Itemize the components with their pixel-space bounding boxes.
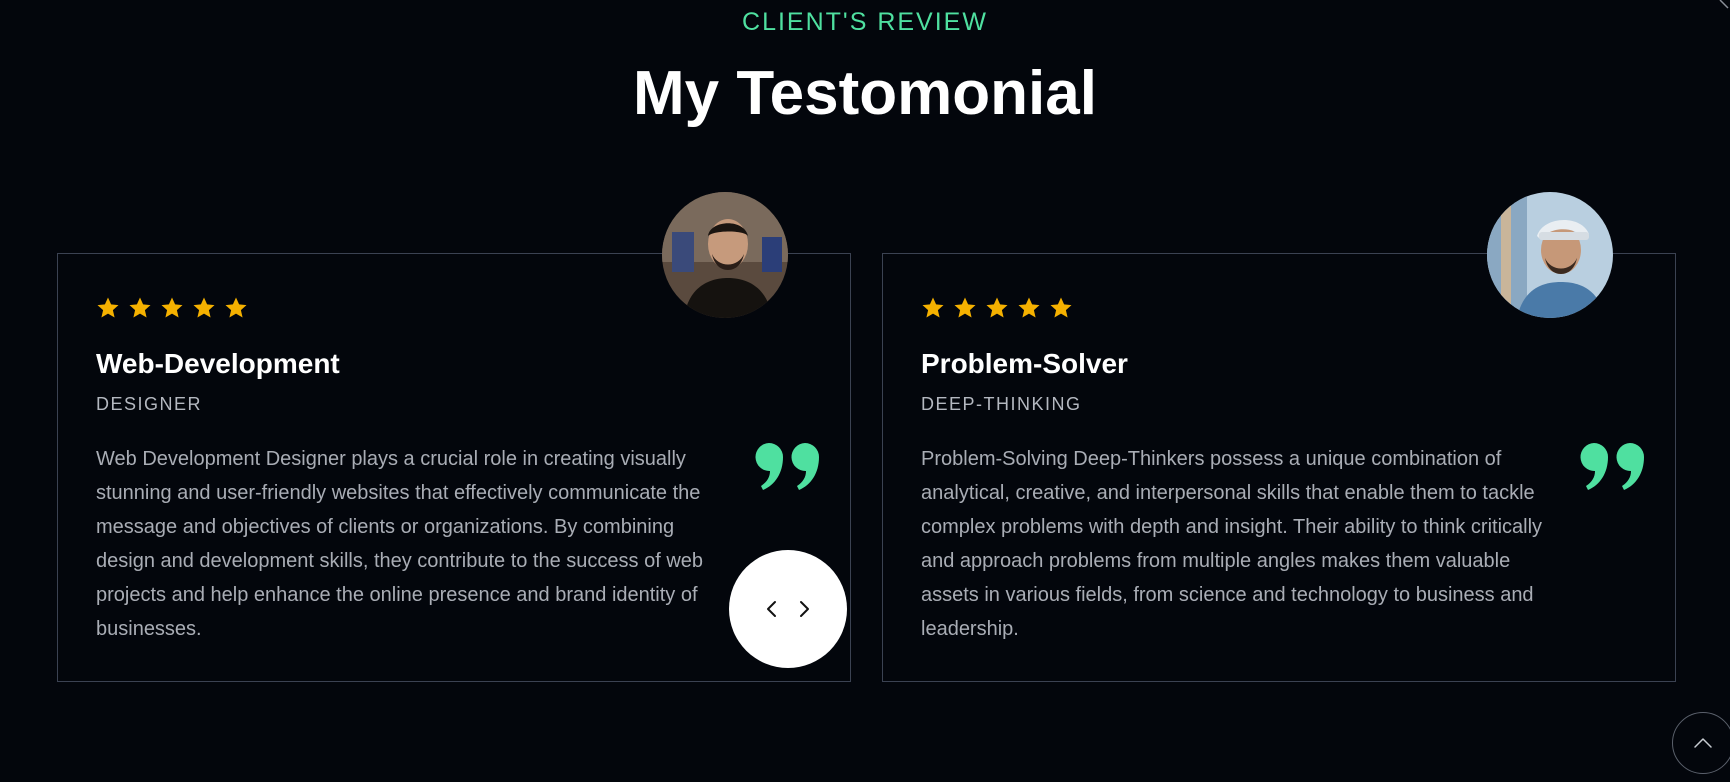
rating-stars xyxy=(921,296,1073,320)
testimonial-section: CLIENT'S REVIEW My Testomonial Web-Devel… xyxy=(0,0,1730,782)
card-text: Problem-Solving Deep-Thinkers possess a … xyxy=(921,448,1543,640)
slider-controls xyxy=(729,550,847,668)
card-title: Problem-Solver xyxy=(921,348,1128,379)
chevron-up-icon xyxy=(1694,738,1712,748)
star-icon xyxy=(1018,297,1040,318)
section-eyebrow: CLIENT'S REVIEW xyxy=(742,8,988,36)
rating-stars xyxy=(96,296,248,320)
star-icon xyxy=(954,297,976,318)
avatar xyxy=(662,192,788,318)
star-icon xyxy=(97,297,119,318)
card-text: Web Development Designer plays a crucial… xyxy=(96,448,704,640)
chevron-right-icon[interactable] xyxy=(795,599,813,619)
card-title: Web-Development xyxy=(96,348,340,379)
scroll-top-button[interactable] xyxy=(1672,712,1730,774)
star-icon xyxy=(225,297,247,318)
chevron-left-icon[interactable] xyxy=(763,599,781,619)
avatar-photo xyxy=(662,192,788,318)
star-icon xyxy=(986,297,1008,318)
corner-mark xyxy=(1719,0,1729,9)
star-icon xyxy=(193,297,215,318)
star-icon xyxy=(922,297,944,318)
avatar-photo xyxy=(1487,192,1613,318)
quote-icon xyxy=(755,443,819,490)
star-icon xyxy=(1050,297,1072,318)
section-title: My Testomonial xyxy=(633,59,1097,128)
star-icon xyxy=(161,297,183,318)
avatar xyxy=(1487,192,1613,318)
card-subtitle: DEEP-THINKING xyxy=(921,394,1082,414)
card-subtitle: DESIGNER xyxy=(96,394,203,414)
quote-icon xyxy=(1580,443,1644,490)
star-icon xyxy=(129,297,151,318)
